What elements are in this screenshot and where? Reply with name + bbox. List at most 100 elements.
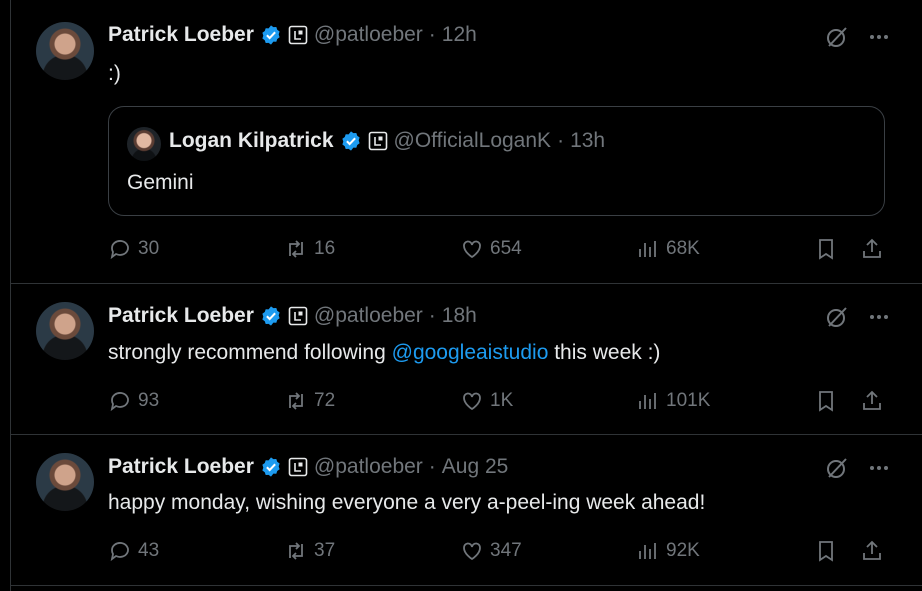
retweet-icon bbox=[289, 392, 303, 410]
share-icon bbox=[863, 390, 881, 410]
author-name[interactable]: Patrick Loeber bbox=[108, 23, 254, 47]
views-icon bbox=[639, 241, 656, 257]
separator-dot: · bbox=[557, 129, 565, 152]
retweet-count: 72 bbox=[314, 390, 336, 411]
verified-icon bbox=[262, 306, 280, 326]
bookmark-icon bbox=[819, 541, 833, 562]
like-count: 654 bbox=[490, 238, 522, 259]
verified-icon bbox=[262, 457, 280, 477]
reply-icon bbox=[110, 392, 129, 412]
views-button[interactable]: 101K bbox=[636, 389, 710, 413]
tweet-time[interactable]: Aug 25 bbox=[442, 455, 509, 479]
author-name[interactable]: Patrick Loeber bbox=[108, 304, 254, 328]
views-count: 68K bbox=[666, 238, 700, 259]
quote-avatar[interactable] bbox=[127, 127, 161, 161]
grok-icon[interactable] bbox=[825, 305, 849, 329]
share-icon bbox=[863, 540, 881, 560]
reply-count: 43 bbox=[138, 540, 160, 561]
grok-icon[interactable] bbox=[825, 456, 849, 480]
tweet-top-actions bbox=[825, 456, 891, 480]
retweet-button[interactable]: 16 bbox=[284, 237, 335, 261]
author-handle[interactable]: @patloeber bbox=[314, 23, 423, 47]
reply-count: 30 bbox=[138, 238, 160, 259]
tweet-text: happy monday, wishing everyone a very a-… bbox=[108, 491, 706, 514]
bookmark-button[interactable] bbox=[814, 237, 838, 261]
affiliate-icon bbox=[288, 25, 308, 45]
bookmark-button[interactable] bbox=[814, 389, 838, 413]
views-count: 101K bbox=[666, 390, 711, 411]
quote-header: Logan Kilpatrick @OfficialLoganK · 13h bbox=[169, 129, 605, 153]
retweet-button[interactable]: 72 bbox=[284, 389, 335, 413]
tweet-top-actions bbox=[825, 25, 891, 49]
tweet[interactable]: Patrick Loeber @patloeber · Aug 25 happy… bbox=[11, 434, 922, 586]
avatar[interactable] bbox=[36, 22, 94, 80]
quote-author-handle[interactable]: @OfficialLoganK bbox=[394, 129, 552, 153]
tweet-text-end: this week :) bbox=[548, 341, 661, 364]
tweet-time[interactable]: 18h bbox=[442, 304, 477, 328]
tweet-actions: 93 72 1K 101K bbox=[108, 389, 890, 417]
retweet-count: 37 bbox=[314, 540, 336, 561]
author-handle[interactable]: @patloeber bbox=[314, 304, 423, 328]
like-count: 1K bbox=[490, 390, 514, 411]
tweet[interactable]: Patrick Loeber @patloeber · 12h :) Logan… bbox=[11, 0, 922, 284]
retweet-icon bbox=[289, 240, 303, 258]
views-button[interactable]: 92K bbox=[636, 539, 700, 563]
retweet-button[interactable]: 37 bbox=[284, 539, 335, 563]
tweet-text: :) bbox=[108, 62, 121, 85]
retweet-icon bbox=[289, 542, 303, 560]
verified-icon bbox=[262, 25, 280, 45]
quote-tweet[interactable]: Logan Kilpatrick @OfficialLoganK · 13h G… bbox=[108, 106, 885, 216]
tweet[interactable]: Patrick Loeber @patloeber · 18h strongly… bbox=[11, 283, 922, 435]
share-button[interactable] bbox=[860, 237, 884, 261]
timeline-feed: Patrick Loeber @patloeber · 12h :) Logan… bbox=[10, 0, 922, 591]
separator-dot: · bbox=[428, 23, 436, 46]
affiliate-icon bbox=[288, 457, 308, 477]
like-icon bbox=[463, 542, 481, 561]
share-button[interactable] bbox=[860, 389, 884, 413]
reply-button[interactable]: 30 bbox=[108, 237, 159, 261]
share-button[interactable] bbox=[860, 539, 884, 563]
like-button[interactable]: 1K bbox=[460, 389, 513, 413]
tweet-header: Patrick Loeber @patloeber · 12h bbox=[108, 22, 477, 48]
more-icon[interactable] bbox=[867, 305, 891, 329]
tweet-top-actions bbox=[825, 305, 891, 329]
reply-count: 93 bbox=[138, 390, 160, 411]
quote-time[interactable]: 13h bbox=[570, 129, 605, 153]
like-button[interactable]: 654 bbox=[460, 237, 522, 261]
bookmark-button[interactable] bbox=[814, 539, 838, 563]
reply-button[interactable]: 93 bbox=[108, 389, 159, 413]
views-count: 92K bbox=[666, 540, 700, 561]
like-icon bbox=[463, 392, 481, 411]
quote-author-name[interactable]: Logan Kilpatrick bbox=[169, 129, 334, 153]
reply-button[interactable]: 43 bbox=[108, 539, 159, 563]
avatar[interactable] bbox=[36, 302, 94, 360]
reply-icon bbox=[110, 542, 129, 562]
views-button[interactable]: 68K bbox=[636, 237, 700, 261]
like-count: 347 bbox=[490, 540, 522, 561]
separator-dot: · bbox=[428, 455, 436, 478]
quote-text: Gemini bbox=[127, 171, 194, 194]
avatar[interactable] bbox=[36, 453, 94, 511]
reply-icon bbox=[110, 240, 129, 260]
like-icon bbox=[463, 240, 481, 259]
tweet-text: strongly recommend following @googleaist… bbox=[108, 341, 660, 365]
author-name[interactable]: Patrick Loeber bbox=[108, 455, 254, 479]
more-icon[interactable] bbox=[867, 456, 891, 480]
like-button[interactable]: 347 bbox=[460, 539, 522, 563]
tweet-header: Patrick Loeber @patloeber · Aug 25 bbox=[108, 454, 508, 480]
more-icon[interactable] bbox=[867, 25, 891, 49]
mention-link[interactable]: @googleaistudio bbox=[392, 341, 549, 364]
verified-icon bbox=[341, 131, 360, 151]
retweet-count: 16 bbox=[314, 238, 336, 259]
tweet-text-start: strongly recommend following bbox=[108, 341, 392, 364]
bookmark-icon bbox=[819, 239, 833, 260]
views-icon bbox=[639, 393, 656, 409]
tweet-time[interactable]: 12h bbox=[442, 23, 477, 47]
author-handle[interactable]: @patloeber bbox=[314, 455, 423, 479]
affiliate-icon bbox=[368, 131, 387, 151]
views-icon bbox=[639, 543, 656, 559]
tweet-header: Patrick Loeber @patloeber · 18h bbox=[108, 303, 477, 329]
bookmark-icon bbox=[819, 391, 833, 412]
grok-icon[interactable] bbox=[825, 25, 849, 49]
separator-dot: · bbox=[428, 304, 436, 327]
